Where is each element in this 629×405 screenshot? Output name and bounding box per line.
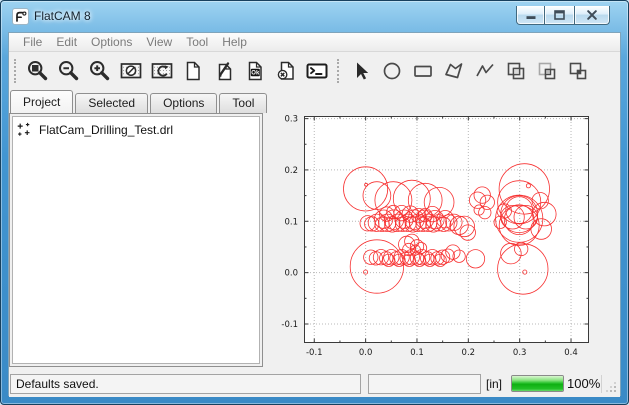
delete-object-button[interactable]: [270, 56, 301, 87]
draw-circle-button[interactable]: [376, 56, 407, 87]
menu-tool[interactable]: Tool: [179, 33, 215, 51]
zoom-in-icon: [88, 59, 112, 83]
zoom-out-icon: [57, 59, 81, 83]
progress-percent-label: 100%: [567, 376, 600, 391]
polygon-union-icon: [504, 59, 528, 83]
select-tool-button[interactable]: [345, 56, 376, 87]
status-separator: [601, 375, 602, 393]
new-file-icon: [181, 59, 205, 83]
toolbar-handle[interactable]: [14, 59, 16, 83]
draw-rectangle-button[interactable]: [407, 56, 438, 87]
apply-ok-icon: Ok: [243, 59, 267, 83]
svg-text:0.1: 0.1: [284, 217, 298, 227]
polygon-subtract-button[interactable]: [562, 56, 593, 87]
resize-grip-icon[interactable]: [605, 381, 618, 394]
close-icon: [587, 10, 597, 20]
draw-path-button[interactable]: [469, 56, 500, 87]
tree-item-drill-object[interactable]: FlatCam_Drilling_Test.drl: [17, 122, 255, 137]
svg-text:-0.1: -0.1: [281, 320, 298, 330]
project-panel: FlatCam_Drilling_Test.drl: [9, 113, 263, 367]
status-message: Defaults saved.: [10, 374, 361, 394]
drill-object-icon: [17, 122, 32, 137]
status-aux-box: [368, 374, 481, 394]
draw-circle-icon: [380, 59, 404, 83]
svg-text:0.4: 0.4: [564, 348, 578, 358]
close-button[interactable]: [574, 6, 610, 25]
tab-tool[interactable]: Tool: [219, 93, 267, 113]
window-title: FlatCAM 8: [34, 9, 91, 23]
delete-object-icon: [274, 59, 298, 83]
maximize-button[interactable]: [545, 6, 574, 25]
geometry-toolbar-handle[interactable]: [337, 59, 339, 83]
zoom-out-button[interactable]: [53, 56, 84, 87]
tree-item-label: FlatCam_Drilling_Test.drl: [39, 123, 173, 137]
flatcam-logo-icon: [12, 8, 29, 25]
menu-edit[interactable]: Edit: [49, 33, 84, 51]
maximize-icon: [554, 10, 565, 20]
replot-button[interactable]: [146, 56, 177, 87]
units-label: [in]: [486, 377, 502, 391]
menu-options[interactable]: Options: [84, 33, 139, 51]
shell-button[interactable]: [301, 56, 332, 87]
tab-options[interactable]: Options: [150, 93, 217, 113]
svg-text:0.3: 0.3: [513, 348, 527, 358]
menu-help[interactable]: Help: [215, 33, 254, 51]
polygon-subtract-icon: [566, 59, 590, 83]
app-window: FlatCAM 8 File Edit Options View Tool He…: [0, 0, 629, 405]
polygon-intersect-icon: [535, 59, 559, 83]
edit-object-icon: [212, 59, 236, 83]
menu-file[interactable]: File: [16, 33, 49, 51]
zoom-in-button[interactable]: [84, 56, 115, 87]
shell-icon: [305, 59, 329, 83]
project-tree[interactable]: FlatCam_Drilling_Test.drl: [12, 116, 260, 364]
svg-text:0.1: 0.1: [410, 348, 424, 358]
svg-text:Ok: Ok: [251, 71, 260, 77]
zoom-fit-icon: [26, 59, 50, 83]
statusbar: Defaults saved. [in] 100%: [9, 371, 620, 397]
svg-text:0.2: 0.2: [284, 166, 298, 176]
zoom-fit-button[interactable]: [22, 56, 53, 87]
polygon-union-button[interactable]: [500, 56, 531, 87]
plot-area: -0.1 0.0 0.1 0.2 0.3 0.4 0.3 0.2 0.1 0.0 -0.1: [264, 90, 620, 371]
replot-icon: [150, 59, 174, 83]
svg-text:0.0: 0.0: [284, 269, 298, 279]
tabbar: Project Selected Options Tool: [10, 90, 269, 113]
progress-bar: [511, 375, 564, 392]
polygon-intersect-button[interactable]: [531, 56, 562, 87]
svg-text:-0.1: -0.1: [306, 348, 323, 358]
apply-ok-button[interactable]: Ok: [239, 56, 270, 87]
progress-fill: [512, 376, 563, 391]
menubar: File Edit Options View Tool Help: [9, 33, 620, 52]
clear-plot-icon: [119, 59, 143, 83]
plot-canvas[interactable]: -0.1 0.0 0.1 0.2 0.3 0.4 0.3 0.2 0.1 0.0 -0.1: [264, 90, 620, 371]
titlebar[interactable]: FlatCAM 8: [1, 1, 628, 32]
draw-polygon-icon: [442, 59, 466, 83]
draw-path-icon: [473, 59, 497, 83]
toolbar: Ok: [9, 52, 620, 90]
minimize-icon: [526, 10, 536, 20]
minimize-button[interactable]: [516, 6, 545, 25]
client-area: File Edit Options View Tool Help: [8, 32, 621, 396]
svg-text:0.3: 0.3: [284, 115, 298, 125]
menu-view[interactable]: View: [139, 33, 179, 51]
tab-project[interactable]: Project: [10, 90, 73, 113]
svg-text:0.2: 0.2: [462, 348, 476, 358]
tab-selected[interactable]: Selected: [75, 93, 148, 113]
clear-plot-button[interactable]: [115, 56, 146, 87]
draw-polygon-button[interactable]: [438, 56, 469, 87]
select-icon: [349, 59, 373, 83]
new-file-button[interactable]: [177, 56, 208, 87]
edit-object-button[interactable]: [208, 56, 239, 87]
window-controls: [516, 6, 610, 25]
svg-text:0.0: 0.0: [359, 348, 373, 358]
draw-rectangle-icon: [411, 59, 435, 83]
